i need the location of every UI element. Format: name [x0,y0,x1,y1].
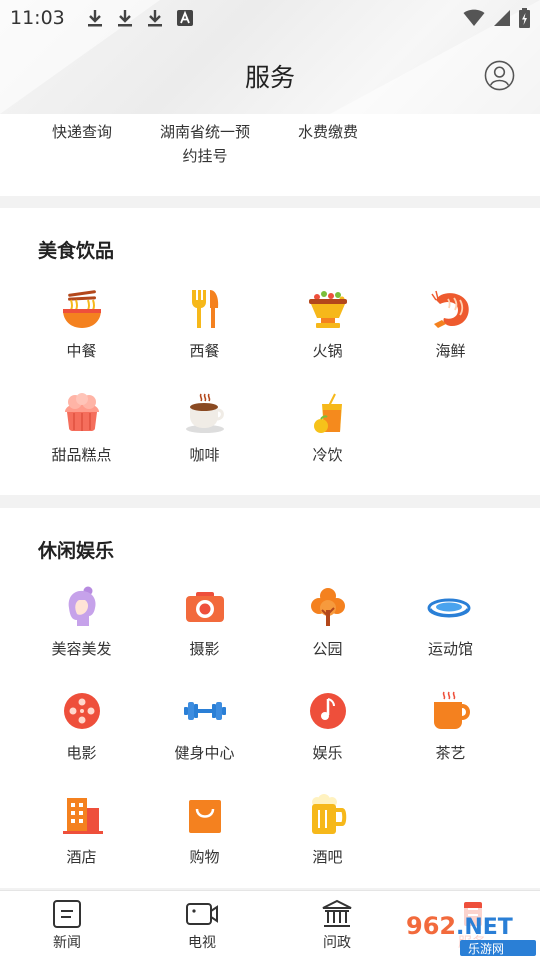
government-icon [322,899,352,927]
category-bar[interactable]: 酒吧 [266,794,389,884]
status-time: 11:03 [10,7,65,29]
tv-camera-icon [186,903,218,925]
watermark-logo: 962 .NET 乐游网 [400,908,540,958]
coffee-cup-icon [186,393,224,433]
fork-knife-icon [192,290,219,328]
category-seafood[interactable]: 海鲜 [389,288,512,378]
quick-services-card: 快递查询 湖南省统一预 约挂号 水费缴费 [0,114,540,196]
a-notification-icon [176,10,193,26]
hotpot-icon [309,291,347,328]
download-icon [87,10,102,27]
category-tea-art[interactable]: 茶艺 [389,690,512,780]
category-entertainment[interactable]: 娱乐 [266,690,389,780]
shopping-bag-icon [189,800,221,833]
category-fitness-center[interactable]: 健身中心 [143,690,266,780]
category-coffee[interactable]: 咖啡 [143,392,266,482]
film-reel-icon [64,693,100,729]
music-note-icon [310,693,346,729]
profile-icon[interactable] [484,60,515,91]
svg-text:.NET: .NET [456,915,513,940]
service-hunan-appointment[interactable]: 湖南省统一预 约挂号 [143,120,267,168]
category-shopping[interactable]: 购物 [143,794,266,884]
nav-tab-news[interactable]: 新闻 [17,891,117,960]
section-title-leisure: 休闲娱乐 [38,540,115,562]
category-dessert[interactable]: 甜品糕点 [20,392,143,482]
category-park[interactable]: 公园 [266,586,389,676]
noodle-bowl-icon [63,290,101,328]
category-hotel[interactable]: 酒店 [20,794,143,884]
cake-icon [65,393,99,431]
status-bar: 11:03 [0,0,540,36]
signal-icon [494,10,510,26]
hotel-icon [63,798,103,834]
section-title-food: 美食饮品 [38,240,115,262]
beer-mug-icon [312,794,347,834]
leisure-section: 休闲娱乐 美容美发 摄影 公园 运动馆 电影 健身中心 娱乐 茶艺 酒店 购物 … [0,508,540,888]
tea-cup-icon [434,691,470,729]
svg-text:962: 962 [406,912,456,940]
service-water-bill[interactable]: 水费缴费 [266,120,390,144]
category-cold-drinks[interactable]: 冷饮 [266,392,389,482]
download-icon [147,10,162,27]
category-movie[interactable]: 电影 [20,690,143,780]
beauty-icon [68,586,96,626]
page-title: 服务 [244,63,295,92]
cold-drink-icon [314,393,342,433]
category-western-food[interactable]: 西餐 [143,288,266,378]
battery-icon [519,8,530,28]
stadium-icon [427,598,471,618]
shrimp-icon [431,290,469,328]
category-hotpot[interactable]: 火锅 [266,288,389,378]
category-chinese-food[interactable]: 中餐 [20,288,143,378]
news-icon [53,900,81,928]
svg-text:乐游网: 乐游网 [468,942,504,956]
nav-tab-tv[interactable]: 电视 [152,891,252,960]
nav-tab-politics[interactable]: 问政 [287,891,387,960]
tree-icon [311,588,345,626]
category-sports-hall[interactable]: 运动馆 [389,586,512,676]
food-section: 美食饮品 中餐 西餐 火锅 海鲜 甜品糕点 咖啡 冷饮 [0,208,540,495]
dumbbell-icon [184,702,226,720]
download-icon [117,10,132,27]
wifi-icon [463,9,485,26]
category-beauty[interactable]: 美容美发 [20,586,143,676]
camera-icon [186,592,224,622]
category-photography[interactable]: 摄影 [143,586,266,676]
service-express-query[interactable]: 快递查询 [20,120,144,144]
